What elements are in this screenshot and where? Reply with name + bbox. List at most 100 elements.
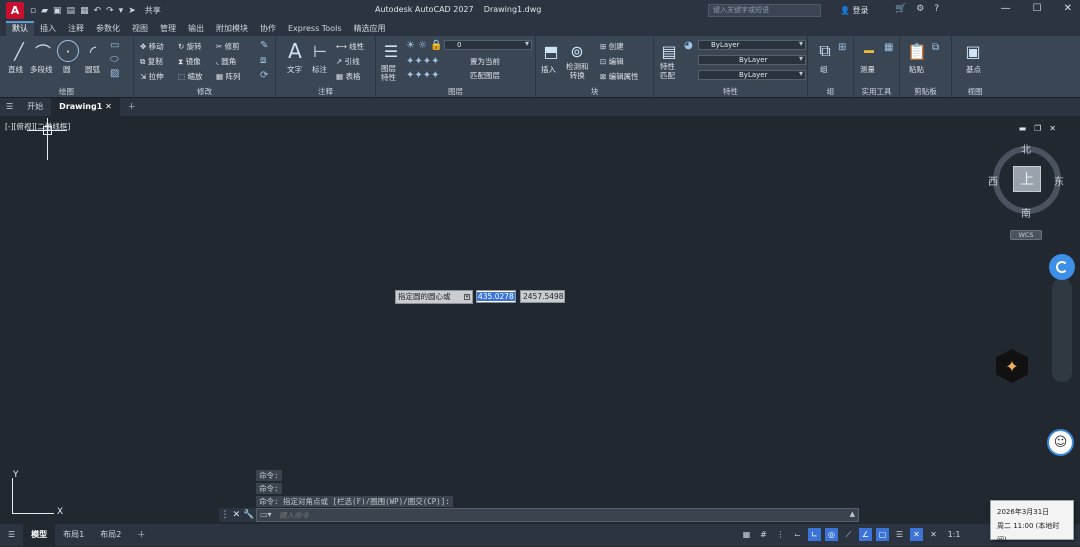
- grip-icon[interactable]: ⋮: [221, 510, 230, 520]
- panel-title-modify[interactable]: 修改: [134, 86, 275, 97]
- move-button[interactable]: ✥ 移动: [140, 41, 164, 52]
- new-tab-button[interactable]: ＋: [120, 98, 144, 116]
- circle-icon[interactable]: ·: [57, 40, 79, 62]
- dynamic-input-x[interactable]: 435.0278: [476, 290, 516, 303]
- match-layer-button[interactable]: 匹配图层: [470, 70, 500, 81]
- add-layout-button[interactable]: ＋: [129, 524, 153, 546]
- command-input-box[interactable]: ▭▾ ▲: [256, 508, 859, 522]
- measure-label[interactable]: 测量: [860, 64, 875, 75]
- drawing-canvas[interactable]: [0, 116, 1080, 524]
- panel-title-clipboard[interactable]: 剪贴板: [900, 86, 951, 97]
- match-properties-icon[interactable]: ▤: [658, 40, 680, 62]
- ribbon-tab-5[interactable]: 管理: [154, 21, 182, 36]
- assistant-avatar-icon[interactable]: ☺: [1047, 429, 1074, 456]
- lineweight-icon[interactable]: ☰: [893, 528, 906, 541]
- set-current-button[interactable]: 置为当前: [470, 56, 500, 67]
- array-button[interactable]: ▦ 阵列: [216, 71, 240, 82]
- dimension-label[interactable]: 标注: [312, 64, 327, 75]
- infer-icon[interactable]: ⌙: [791, 528, 804, 541]
- ribbon-tab-4[interactable]: 视图: [126, 21, 154, 36]
- table-button[interactable]: ▦ 表格: [336, 71, 360, 82]
- linear-button[interactable]: ⟷ 线性: [336, 41, 364, 52]
- panel-title-annotation[interactable]: 注释: [276, 86, 375, 97]
- login-button[interactable]: 👤 登录: [840, 5, 869, 16]
- detect-icon[interactable]: ⊚: [566, 40, 588, 62]
- annotation-visibility-icon[interactable]: ✕: [910, 528, 923, 541]
- viewport-restore-icon[interactable]: ❐: [1034, 124, 1041, 133]
- panel-title-properties[interactable]: 特性: [654, 86, 807, 97]
- model-space-icon[interactable]: ▦: [740, 528, 753, 541]
- layer-state-icons[interactable]: ☀ ☼ 🔒: [406, 40, 443, 51]
- group-icon[interactable]: ⧉: [814, 40, 836, 62]
- line-label[interactable]: 直线: [8, 64, 23, 75]
- ribbon-tab-2[interactable]: 注释: [62, 21, 90, 36]
- base-view-icon[interactable]: ▣: [962, 40, 984, 62]
- save-as-icon[interactable]: ▤: [67, 6, 76, 16]
- polyline-icon[interactable]: ⌒: [32, 40, 54, 62]
- minimize-icon[interactable]: —: [1001, 3, 1011, 14]
- arc-label[interactable]: 圆弧: [85, 64, 100, 75]
- calculator-icon[interactable]: ▦: [884, 42, 893, 53]
- autoscale-icon[interactable]: ✕: [927, 528, 940, 541]
- options-down-icon[interactable]: ▾: [464, 294, 470, 300]
- customize-icon[interactable]: ▾: [119, 6, 124, 16]
- ribbon-tab-6[interactable]: 输出: [182, 21, 210, 36]
- ellipse-icon[interactable]: ⬭: [110, 54, 119, 65]
- layer-dropdown[interactable]: 0: [444, 40, 532, 50]
- copy-button[interactable]: ⧉ 复制: [140, 56, 163, 67]
- start-tab[interactable]: 开始: [19, 98, 51, 116]
- mirror-button[interactable]: ⧗ 镜像: [178, 56, 201, 67]
- save-icon[interactable]: ▣: [53, 6, 62, 16]
- paste-label[interactable]: 粘贴: [909, 64, 924, 75]
- viewport-minimize-icon[interactable]: ▬: [1019, 124, 1027, 133]
- panel-title-view[interactable]: 视图: [952, 86, 998, 97]
- layer-properties-icon[interactable]: ☰: [380, 40, 402, 62]
- text-label[interactable]: 文字: [287, 64, 302, 75]
- cart-icon[interactable]: 🛒: [895, 4, 906, 14]
- ribbon-tab-9[interactable]: Express Tools: [282, 21, 348, 36]
- osnap-icon[interactable]: ▢: [876, 528, 889, 541]
- leader-button[interactable]: ↗ 引线: [336, 56, 360, 67]
- ribbon-tab-1[interactable]: 插入: [34, 21, 62, 36]
- dimension-icon[interactable]: ⊢: [309, 40, 331, 62]
- edit-attribute-button[interactable]: ⊠ 编辑属性: [600, 71, 639, 82]
- layer-properties-label[interactable]: 图层 特性: [381, 64, 396, 82]
- drawing-tab[interactable]: Drawing1 ✕: [51, 98, 120, 116]
- connect-icon[interactable]: ⚙: [916, 4, 924, 14]
- layout-tab-2[interactable]: 布局2: [92, 524, 129, 546]
- app-menu-button[interactable]: A: [6, 2, 24, 19]
- scale-label[interactable]: 1:1: [944, 528, 964, 541]
- explode-icon[interactable]: ⟳: [260, 70, 268, 81]
- layout-menu-icon[interactable]: ☰: [0, 524, 23, 546]
- ribbon-tab-3[interactable]: 参数化: [90, 21, 126, 36]
- compass-east[interactable]: 东: [1054, 173, 1064, 188]
- paste-icon[interactable]: 📋: [906, 40, 928, 62]
- new-file-icon[interactable]: ▫: [30, 6, 36, 16]
- panel-title-utilities[interactable]: 实用工具: [854, 86, 899, 97]
- command-customize-icon[interactable]: 🔧: [243, 510, 254, 520]
- share-label[interactable]: 共享: [145, 5, 161, 16]
- insert-icon[interactable]: ⬒: [540, 40, 562, 62]
- create-block-button[interactable]: ⊞ 创建: [600, 41, 624, 52]
- ortho-icon[interactable]: ∟: [808, 528, 821, 541]
- panel-title-draw[interactable]: 绘图: [0, 86, 133, 97]
- viewport-close-icon[interactable]: ✕: [1049, 124, 1056, 133]
- layout-tab-1[interactable]: 布局1: [55, 524, 92, 546]
- layer-tools-row2-icons[interactable]: ✦✦✦✦: [406, 70, 440, 81]
- circle-label[interactable]: 圆: [63, 64, 71, 75]
- wcs-menu[interactable]: WCS: [1010, 230, 1042, 240]
- panel-title-block[interactable]: 块: [536, 86, 653, 97]
- color-dropdown[interactable]: ByLayer: [698, 40, 806, 50]
- polar-icon[interactable]: ◎: [825, 528, 838, 541]
- ribbon-tab-8[interactable]: 协作: [254, 21, 282, 36]
- stretch-button[interactable]: ⇲ 拉伸: [140, 71, 164, 82]
- detect-label[interactable]: 检测和 转换: [566, 62, 589, 80]
- layer-tools-row1-icons[interactable]: ✦✦✦✦: [406, 56, 440, 67]
- compass-south[interactable]: 南: [1021, 205, 1031, 220]
- text-icon[interactable]: A: [284, 39, 306, 63]
- insert-label[interactable]: 插入: [541, 64, 556, 75]
- ribbon-tab-0[interactable]: 默认: [6, 21, 34, 36]
- isodraft-icon[interactable]: ⟋: [842, 528, 855, 541]
- ribbon-tab-10[interactable]: 精选应用: [348, 21, 392, 36]
- layout-tab-model[interactable]: 模型: [23, 524, 56, 546]
